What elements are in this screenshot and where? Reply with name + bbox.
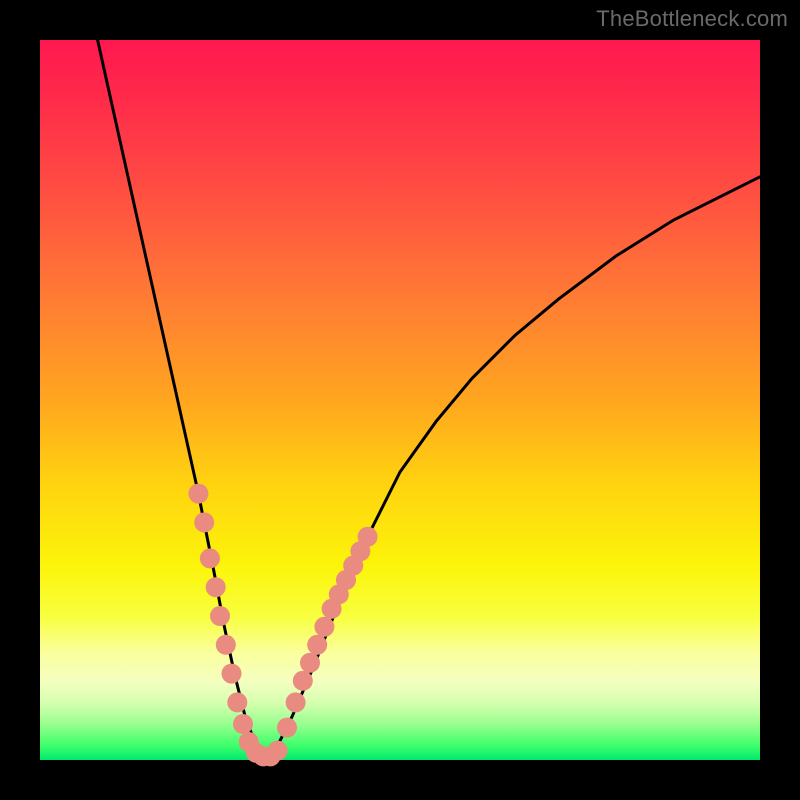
sample-point [314, 617, 334, 637]
chart-svg [40, 40, 760, 760]
sample-point [188, 484, 208, 504]
sample-point [227, 692, 247, 712]
watermark-text: TheBottleneck.com [596, 6, 788, 32]
sample-point [268, 741, 288, 761]
sample-points-group [188, 484, 377, 767]
sample-point [293, 671, 313, 691]
sample-point [300, 653, 320, 673]
bottleneck-curve [98, 40, 760, 756]
sample-point [286, 692, 306, 712]
sample-point [277, 718, 297, 738]
sample-point [206, 577, 226, 597]
sample-point [358, 527, 378, 547]
sample-point [194, 512, 214, 532]
plot-area [40, 40, 760, 760]
sample-point [210, 606, 230, 626]
chart-frame: TheBottleneck.com [0, 0, 800, 800]
sample-point [222, 664, 242, 684]
sample-point [200, 548, 220, 568]
sample-point [216, 635, 236, 655]
sample-point [233, 714, 253, 734]
sample-point [307, 635, 327, 655]
